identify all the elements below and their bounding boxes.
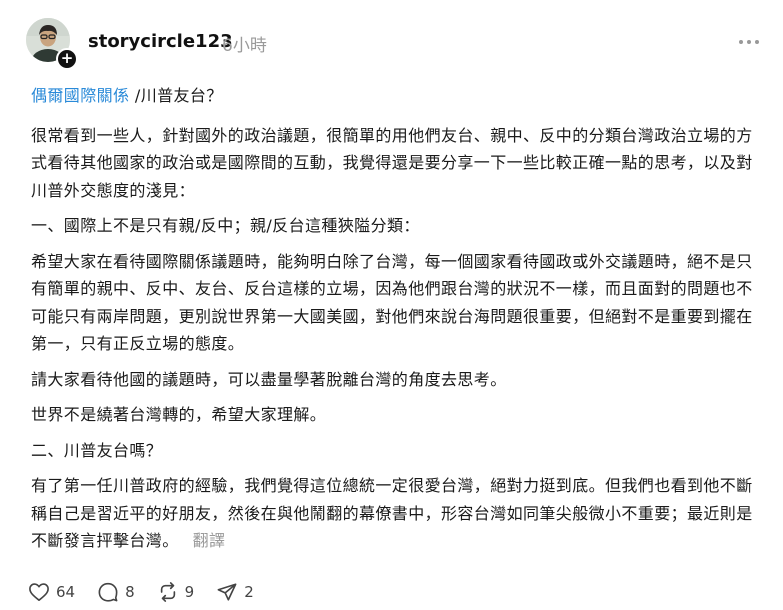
topic-tag[interactable]: 偶爾國際關係 <box>31 86 129 105</box>
comment-count: 8 <box>125 583 135 601</box>
paragraph: 二、川普友台嗎？ <box>31 440 163 460</box>
paragraph: 一、國際上不是只有親/反中；親/反台這種狹隘分類： <box>31 216 420 235</box>
share-button[interactable]: 2 <box>216 582 254 602</box>
heart-icon <box>29 583 49 601</box>
like-count: 64 <box>56 583 76 601</box>
post-time: 6小時 <box>222 36 267 56</box>
username[interactable]: storycircle123 <box>88 31 233 52</box>
repost-count: 9 <box>184 583 195 601</box>
repost-icon <box>160 582 175 602</box>
paragraph-text: 有了第一任川普政府的經驗，我們覺得這位總統一定很愛台灣，絕對力挺到底。但我們也看… <box>31 476 753 550</box>
avatar[interactable]: + <box>26 18 78 70</box>
paragraph: 希望大家在看待國際關係議題時，能夠明白除了台灣，每一個國家看待國政或外交議題時，… <box>31 251 753 354</box>
paragraph: 有了第一任川普政府的經驗，我們覺得這位總統一定很愛台灣，絕對力挺到底。但我們也看… <box>31 472 761 555</box>
comment-button[interactable]: 8 <box>97 582 135 602</box>
post-title: /川普友台？ <box>134 86 223 105</box>
send-icon <box>217 583 237 601</box>
paragraph: 很常看到一些人，針對國外的政治議題，很簡單的用他們友台、親中、反中的分類台灣政治… <box>31 125 753 200</box>
paragraph: 請大家看待他國的議題時，可以盡量學著脫離台灣的角度去思考。 <box>31 369 507 389</box>
action-bar: 64 8 9 2 <box>28 581 276 603</box>
paragraph: 世界不是繞著台灣轉的，希望大家理解。 <box>31 405 327 424</box>
like-button[interactable]: 64 <box>28 582 75 602</box>
translate-link[interactable]: 翻譯 <box>193 531 226 550</box>
follow-plus-icon[interactable]: + <box>56 48 78 70</box>
comment-icon <box>98 582 118 602</box>
share-count: 2 <box>244 583 254 601</box>
more-options-icon[interactable] <box>739 40 761 46</box>
post-body: 偶爾國際關係 /川普友台？ 很常看到一些人，針對國外的政治議題，很簡單的用他們友… <box>31 82 761 563</box>
post-title-line: 偶爾國際關係 /川普友台？ <box>31 82 761 110</box>
repost-button[interactable]: 9 <box>157 582 195 602</box>
